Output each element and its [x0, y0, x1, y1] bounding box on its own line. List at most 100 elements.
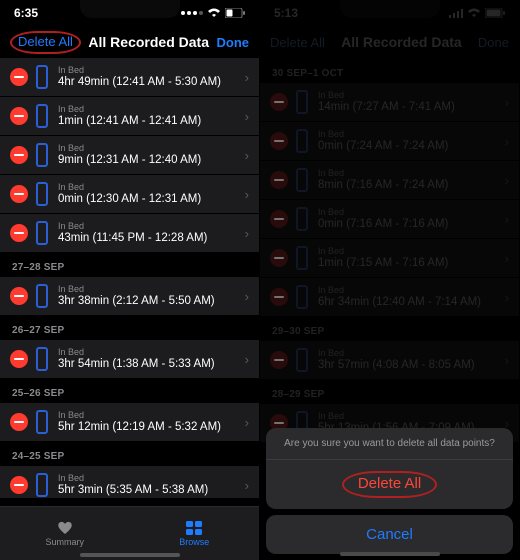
signal-icon — [181, 11, 203, 15]
delete-minus-icon[interactable] — [270, 132, 288, 150]
right-phone: 5:13 Delete All All Recorded Data Done 3… — [260, 0, 520, 560]
delete-minus-icon[interactable] — [10, 350, 28, 368]
delete-minus-icon[interactable] — [270, 249, 288, 267]
device-phone-icon — [36, 104, 48, 128]
device-phone-icon — [36, 410, 48, 434]
chevron-right-icon: › — [239, 289, 249, 304]
delete-all-button[interactable]: Delete All — [10, 31, 81, 54]
chevron-right-icon: › — [499, 95, 509, 110]
delete-minus-icon[interactable] — [270, 288, 288, 306]
status-indicators — [449, 8, 505, 18]
chevron-right-icon: › — [239, 187, 249, 202]
row-category: In Bed — [318, 246, 499, 256]
left-phone: 6:35 Delete All All Recorded Data Done I… — [0, 0, 260, 560]
data-row[interactable]: In Bed 4hr 49min (12:41 AM - 5:30 AM) › — [0, 58, 259, 96]
delete-minus-icon[interactable] — [270, 351, 288, 369]
device-phone-icon — [36, 347, 48, 371]
row-value: 8min (7:16 AM - 7:24 AM) — [318, 179, 499, 192]
chevron-right-icon: › — [239, 70, 249, 85]
status-indicators — [181, 8, 245, 18]
chevron-right-icon: › — [499, 134, 509, 149]
delete-minus-icon[interactable] — [10, 476, 28, 494]
data-row[interactable]: In Bed 9min (12:31 AM - 12:40 AM) › — [0, 136, 259, 174]
sheet-message: Are you sure you want to delete all data… — [266, 428, 513, 460]
chevron-right-icon: › — [239, 109, 249, 124]
chevron-right-icon: › — [499, 290, 509, 305]
delete-minus-icon[interactable] — [270, 171, 288, 189]
row-value: 9min (12:31 AM - 12:40 AM) — [58, 154, 239, 167]
data-row[interactable]: In Bed 1min (12:41 AM - 12:41 AM) › — [0, 97, 259, 135]
data-row[interactable]: In Bed 6hr 34min (12:40 AM - 7:14 AM) › — [260, 278, 519, 316]
delete-minus-icon[interactable] — [270, 210, 288, 228]
data-row[interactable]: In Bed 0min (7:16 AM - 7:16 AM) › — [260, 200, 519, 238]
home-indicator[interactable] — [80, 553, 180, 557]
row-category: In Bed — [58, 410, 239, 420]
section-header: 24–25 SEP — [0, 441, 259, 466]
data-row[interactable]: In Bed 5hr 3min (5:35 AM - 5:38 AM) › — [0, 466, 259, 498]
row-category: In Bed — [58, 347, 239, 357]
row-category: In Bed — [58, 182, 239, 192]
delete-minus-icon[interactable] — [10, 224, 28, 242]
data-row[interactable]: In Bed 8min (7:16 AM - 7:24 AM) › — [260, 161, 519, 199]
data-row[interactable]: In Bed 5hr 12min (12:19 AM - 5:32 AM) › — [0, 403, 259, 441]
home-indicator[interactable] — [340, 552, 440, 556]
row-category: In Bed — [58, 473, 239, 483]
grid-icon — [183, 521, 205, 535]
row-value: 3hr 54min (1:38 AM - 5:33 AM) — [58, 358, 239, 371]
page-title: All Recorded Data — [88, 34, 209, 50]
data-row[interactable]: In Bed 0min (7:24 AM - 7:24 AM) › — [260, 122, 519, 160]
status-time: 6:35 — [14, 6, 38, 20]
device-phone-icon — [296, 285, 308, 309]
signal-icon — [449, 8, 463, 18]
wifi-icon — [207, 8, 221, 18]
row-category: In Bed — [318, 411, 499, 421]
section-header: 28–29 SEP — [260, 379, 519, 404]
data-row[interactable]: In Bed 1min (7:15 AM - 7:16 AM) › — [260, 239, 519, 277]
row-category: In Bed — [58, 284, 239, 294]
delete-all-label: Delete All — [342, 471, 437, 498]
device-phone-icon — [36, 143, 48, 167]
row-category: In Bed — [58, 104, 239, 114]
device-phone-icon — [36, 65, 48, 89]
sheet-cancel-button[interactable]: Cancel — [266, 515, 513, 554]
delete-all-button[interactable]: Delete All — [270, 35, 325, 50]
row-value: 3hr 38min (2:12 AM - 5:50 AM) — [58, 295, 239, 308]
data-row[interactable]: In Bed 3hr 57min (4:08 AM - 8:05 AM) › — [260, 341, 519, 379]
row-category: In Bed — [318, 207, 499, 217]
delete-minus-icon[interactable] — [10, 185, 28, 203]
delete-minus-icon[interactable] — [10, 413, 28, 431]
data-row[interactable]: In Bed 14min (7:27 AM - 7:41 AM) › — [260, 83, 519, 121]
delete-minus-icon[interactable] — [10, 287, 28, 305]
delete-minus-icon[interactable] — [10, 107, 28, 125]
row-category: In Bed — [58, 65, 239, 75]
row-value: 3hr 57min (4:08 AM - 8:05 AM) — [318, 359, 499, 372]
delete-minus-icon[interactable] — [10, 68, 28, 86]
action-sheet: Are you sure you want to delete all data… — [266, 428, 513, 554]
row-value: 14min (7:27 AM - 7:41 AM) — [318, 101, 499, 114]
delete-minus-icon[interactable] — [10, 146, 28, 164]
done-button[interactable]: Done — [216, 35, 249, 50]
status-time: 5:13 — [274, 6, 298, 20]
chevron-right-icon: › — [499, 212, 509, 227]
section-header: 27–28 SEP — [0, 252, 259, 277]
done-button[interactable]: Done — [478, 35, 509, 50]
data-row[interactable]: In Bed 3hr 54min (1:38 AM - 5:33 AM) › — [0, 340, 259, 378]
section-header: 26–27 SEP — [0, 315, 259, 340]
data-list[interactable]: In Bed 4hr 49min (12:41 AM - 5:30 AM) › … — [0, 58, 259, 498]
chevron-right-icon: › — [239, 226, 249, 241]
row-value: 0min (7:24 AM - 7:24 AM) — [318, 140, 499, 153]
nav-bar: Delete All All Recorded Data Done — [0, 26, 259, 58]
sheet-delete-button[interactable]: Delete All — [266, 460, 513, 509]
section-header: 30 SEP–1 OCT — [260, 58, 519, 83]
device-phone-icon — [296, 129, 308, 153]
chevron-right-icon: › — [239, 478, 249, 493]
delete-minus-icon[interactable] — [270, 93, 288, 111]
data-row[interactable]: In Bed 43min (11:45 PM - 12:28 AM) › — [0, 214, 259, 252]
row-category: In Bed — [318, 348, 499, 358]
data-row[interactable]: In Bed 3hr 38min (2:12 AM - 5:50 AM) › — [0, 277, 259, 315]
row-category: In Bed — [58, 143, 239, 153]
device-phone-icon — [296, 168, 308, 192]
row-value: 6hr 34min (12:40 AM - 7:14 AM) — [318, 296, 499, 309]
data-row[interactable]: In Bed 0min (12:30 AM - 12:31 AM) › — [0, 175, 259, 213]
device-phone-icon — [296, 246, 308, 270]
